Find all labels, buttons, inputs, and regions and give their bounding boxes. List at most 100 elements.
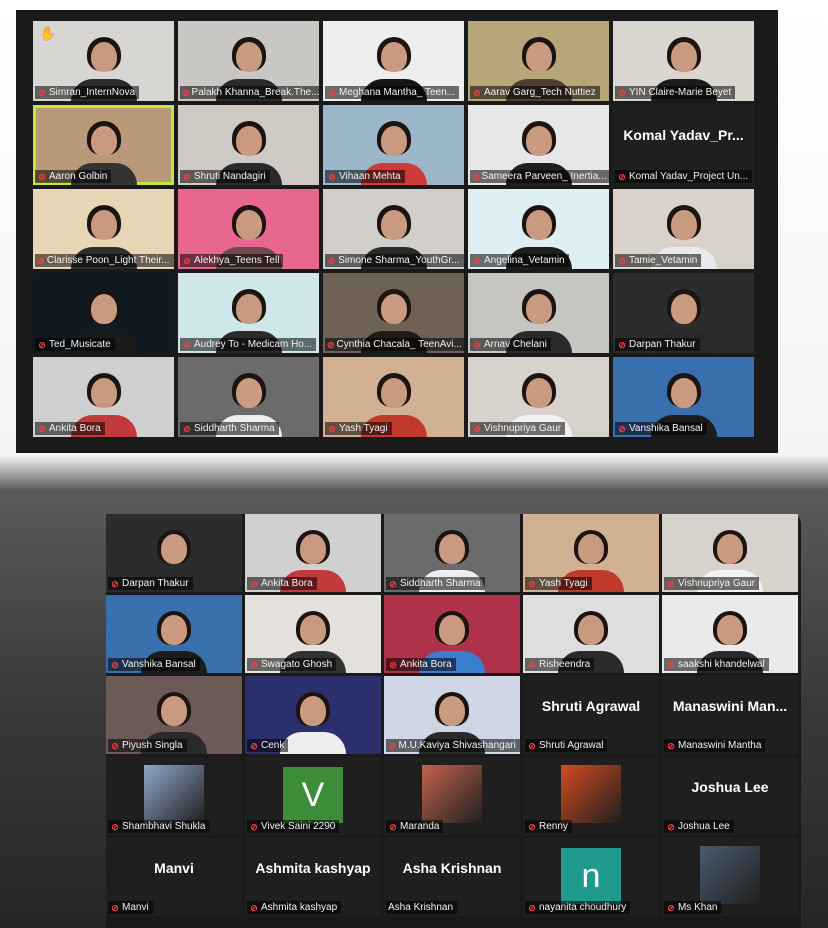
participant-tile[interactable]: ⊘ Cynthia Chacala_ TeenAvi... — [323, 273, 464, 353]
participant-tile[interactable]: ⊘ Arnav Chelani — [468, 273, 609, 353]
participant-tile[interactable]: Shruti Agrawal ⊘ Shruti Agrawal — [523, 676, 659, 754]
participant-tile[interactable]: ⊘ Ms Khan — [662, 838, 798, 916]
participant-name-text: Tamie_Vetamin — [629, 255, 698, 266]
participant-name-label: ⊘ Cenk — [247, 739, 289, 752]
mic-muted-icon: ⊘ — [328, 423, 336, 434]
participant-name-text: Ms Khan — [678, 902, 718, 913]
participant-name-label: ⊘ Yash Tyagi — [325, 422, 392, 435]
participant-tile[interactable]: ⊘ Shambhavi Shukla — [106, 757, 242, 835]
mic-muted-icon: ⊘ — [528, 740, 536, 751]
participant-tile[interactable]: Joshua Lee ⊘ Joshua Lee — [662, 757, 798, 835]
mic-muted-icon: ⊘ — [528, 902, 536, 913]
participant-name-text: Vishnupriya Gaur — [484, 423, 562, 434]
mic-muted-icon: ⊘ — [618, 255, 626, 266]
participant-name-text: Palakh Khanna_Break.The... — [191, 87, 319, 98]
participant-tile[interactable]: ⊘ Piyush Singla — [106, 676, 242, 754]
participant-name-label: ⊘ Sameera Parveen_ Inertia... — [470, 170, 609, 183]
participant-tile[interactable]: ⊘ Ankita Bora — [245, 514, 381, 592]
participant-tile[interactable]: Ashmita kashyap ⊘ Ashmita kashyap — [245, 838, 381, 916]
participant-name-label: ⊘ Renny — [525, 820, 572, 833]
participant-name-label: Asha Krishnan — [386, 901, 458, 914]
participant-face — [90, 125, 117, 156]
participant-name-text: Angelina_Vetamin — [484, 255, 565, 266]
participant-name-text: Yash Tyagi — [539, 578, 588, 589]
participant-tile[interactable]: ⊘ Tamie_Vetamin — [613, 189, 754, 269]
participant-face — [578, 534, 604, 565]
participant-name-label: ⊘ Ashmita kashyap — [247, 901, 342, 914]
participant-name-text: Shruti Agrawal — [539, 740, 604, 751]
participant-name-label: ⊘ Palakh Khanna_Break.The... — [180, 86, 319, 99]
participant-tile[interactable]: ⊘ Alekhya_Teens Tell — [178, 189, 319, 269]
participant-tile[interactable]: ⊘ Renny — [523, 757, 659, 835]
mic-muted-icon: ⊘ — [250, 659, 258, 670]
participant-tile[interactable]: Manvi ⊘ Manvi — [106, 838, 242, 916]
participant-tile[interactable]: ⊘ M.U.Kaviya Shivashangari — [384, 676, 520, 754]
participant-name-text: Cynthia Chacala_ TeenAvi... — [336, 339, 462, 350]
participant-tile[interactable]: n ⊘ nayanita choudhury — [523, 838, 659, 916]
participant-tile[interactable]: ⊘ Darpan Thakur — [106, 514, 242, 592]
participant-name-label: ⊘ Simone Sharma_YouthGr... — [325, 254, 464, 267]
participant-tile[interactable]: ⊘ Cenk — [245, 676, 381, 754]
mic-muted-icon: ⊘ — [38, 87, 46, 98]
participant-body — [280, 732, 346, 754]
participant-tile[interactable]: V ⊘ Vivek Saini 2290 — [245, 757, 381, 835]
participant-name-text: Manvi — [122, 902, 149, 913]
participant-name-text: Meghana Mantha_ Teen... — [339, 87, 456, 98]
mic-muted-icon: ⊘ — [328, 87, 336, 98]
participant-tile[interactable]: ⊘ Swagato Ghosh — [245, 595, 381, 673]
participant-tile[interactable]: Manaswini Man... ⊘ Manaswini Mantha — [662, 676, 798, 754]
participant-tile[interactable]: ⊘ Ankita Bora — [33, 357, 174, 437]
participant-tile[interactable]: ⊘ YIN Claire-Marie Beyet — [613, 21, 754, 101]
participant-tile[interactable]: ⊘ Sameera Parveen_ Inertia... — [468, 105, 609, 185]
participant-tile[interactable]: ⊘ Palakh Khanna_Break.The... — [178, 21, 319, 101]
participant-tile[interactable]: ⊘ Angelina_Vetamin — [468, 189, 609, 269]
participant-face — [380, 293, 407, 324]
participant-name-label: ⊘ M.U.Kaviya Shivashangari — [386, 739, 520, 752]
participant-display-name: Manaswini Man... — [672, 697, 788, 714]
participant-face — [670, 41, 697, 72]
participant-name-label: ⊘ Simran_InternNova — [35, 86, 140, 99]
mic-muted-icon: ⊘ — [389, 659, 397, 670]
profile-picture — [144, 765, 204, 823]
participant-tile[interactable]: ⊘ Shruti Nandagiri — [178, 105, 319, 185]
participant-name-label: ⊘ Tamie_Vetamin — [615, 254, 702, 267]
participant-tile[interactable]: ⊘ Vihaan Mehta — [323, 105, 464, 185]
participant-tile[interactable]: ⊘ Vanshika Bansal — [613, 357, 754, 437]
mic-muted-icon: ⊘ — [183, 339, 191, 350]
participant-tile[interactable]: ⊘ Vishnupriya Gaur — [468, 357, 609, 437]
participant-face — [300, 696, 326, 727]
participant-name-label: ⊘ Vihaan Mehta — [325, 170, 405, 183]
participant-face — [525, 293, 552, 324]
participant-tile[interactable]: ⊘ Darpan Thakur — [613, 273, 754, 353]
participant-tile[interactable]: ⊘ Simone Sharma_YouthGr... — [323, 189, 464, 269]
participant-tile[interactable]: ✋ ⊘ Simran_InternNova — [33, 21, 174, 101]
participant-tile[interactable]: ⊘ Aaron Golbin — [33, 105, 174, 185]
participant-tile[interactable]: Komal Yadav_Pr... ⊘ Komal Yadav_Project Un… — [613, 105, 754, 185]
avatar-letter: V — [283, 767, 343, 823]
participant-tile[interactable]: ⊘ Clarisse Poon_Light Their... — [33, 189, 174, 269]
mic-muted-icon: ⊘ — [528, 659, 536, 670]
mic-muted-icon: ⊘ — [473, 255, 481, 266]
mic-muted-icon: ⊘ — [250, 821, 258, 832]
participant-name-label: ⊘ Risheendra — [525, 658, 595, 671]
mic-muted-icon: ⊘ — [618, 171, 626, 182]
profile-picture — [561, 765, 621, 823]
mic-muted-icon: ⊘ — [183, 423, 191, 434]
participant-tile[interactable]: ⊘ Risheendra — [523, 595, 659, 673]
participant-tile[interactable]: ⊘ Audrey To - Medicam Ho... — [178, 273, 319, 353]
participant-tile[interactable]: ⊘ Meghana Mantha_ Teen... — [323, 21, 464, 101]
participant-tile[interactable]: Asha Krishnan Asha Krishnan — [384, 838, 520, 916]
participant-tile[interactable]: ⊘ Ankita Bora — [384, 595, 520, 673]
participant-display-name: Asha Krishnan — [402, 859, 502, 876]
participant-tile[interactable]: ⊘ Siddharth Sharma — [384, 514, 520, 592]
participant-tile[interactable]: ⊘ Siddharth Sharma — [178, 357, 319, 437]
participant-tile[interactable]: ⊘ Ted_Musicate — [33, 273, 174, 353]
participant-tile[interactable]: ⊘ Vishnupriya Gaur — [662, 514, 798, 592]
participant-name-text: Audrey To - Medicam Ho... — [194, 339, 313, 350]
participant-tile[interactable]: ⊘ Yash Tyagi — [323, 357, 464, 437]
participant-tile[interactable]: ⊘ Yash Tyagi — [523, 514, 659, 592]
participant-tile[interactable]: ⊘ Vanshika Bansal — [106, 595, 242, 673]
participant-tile[interactable]: ⊘ saakshi khandelwal — [662, 595, 798, 673]
participant-tile[interactable]: ⊘ Aarav Garg_Tech Nuttiez — [468, 21, 609, 101]
participant-tile[interactable]: ⊘ Maranda — [384, 757, 520, 835]
